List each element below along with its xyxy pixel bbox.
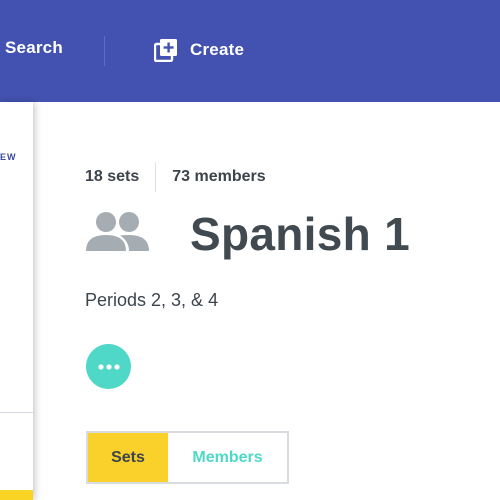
side-divider [0, 412, 33, 413]
create-nav-link[interactable]: Create [154, 37, 244, 63]
more-options-button[interactable] [86, 344, 131, 389]
search-nav-link[interactable]: Search [5, 38, 63, 58]
add-folder-icon [154, 38, 178, 62]
class-subtitle: Periods 2, 3, & 4 [85, 290, 219, 310]
nav-divider [104, 36, 105, 66]
group-icon [86, 211, 150, 253]
more-options-icon [97, 363, 120, 370]
side-panel-link[interactable]: EW [0, 152, 17, 162]
class-tabs: Sets Members [86, 431, 289, 484]
members-count: 73 members [172, 168, 266, 185]
tab-members[interactable]: Members [168, 433, 287, 482]
meta-divider [155, 162, 157, 192]
side-panel: EW [0, 102, 33, 500]
sets-count: 18 sets [85, 168, 140, 185]
tab-sets[interactable]: Sets [88, 433, 168, 482]
class-title: Spanish 1 [190, 208, 410, 260]
class-meta: 18 sets 73 members [85, 162, 266, 192]
create-label: Create [190, 40, 245, 59]
top-nav-bar: Search Create [0, 0, 500, 102]
side-accent-bar [0, 490, 33, 500]
